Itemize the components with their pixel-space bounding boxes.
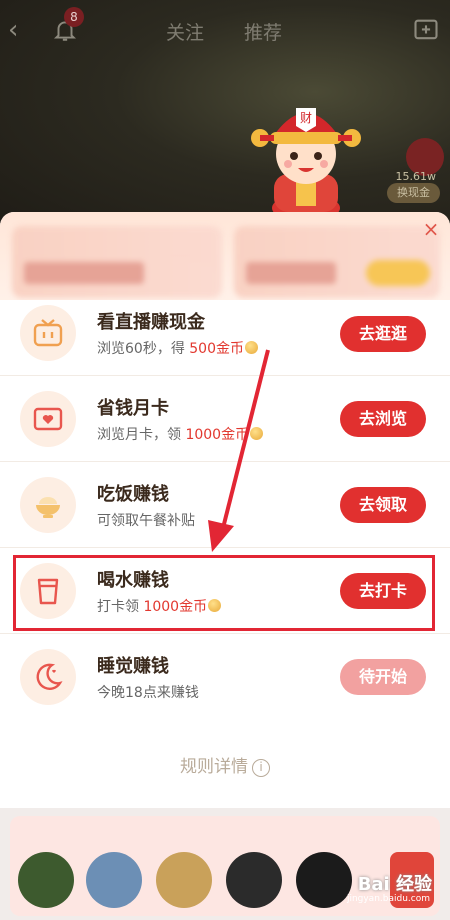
tv-icon — [20, 305, 76, 361]
earnings-header: × — [0, 212, 450, 308]
coin-icon — [245, 341, 258, 354]
task-subtitle: 今晚18点来赚钱 — [97, 685, 199, 701]
top-nav: ‹ 8 关注 推荐 — [0, 0, 450, 62]
coin-icon — [208, 599, 222, 612]
task-title: 喝水赚钱 — [97, 570, 169, 591]
coin-balance-card[interactable] — [12, 226, 222, 298]
moon-icon — [20, 649, 76, 705]
back-icon[interactable]: ‹ — [8, 16, 32, 44]
task-subtitle: 打卡领 1000金币 — [97, 596, 222, 616]
task-subtitle: 可领取午餐补贴 — [97, 513, 195, 529]
info-icon: i — [252, 759, 270, 777]
post-icon[interactable] — [412, 16, 440, 44]
watermark: Bai 经验 — [357, 874, 432, 895]
task-row-eat: 吃饭赚钱 可领取午餐补贴 去领取 — [0, 462, 450, 548]
task-title: 省钱月卡 — [97, 398, 169, 419]
task-row-live: 看直播赚现金 浏览60秒，得 500金币 去逛逛 — [0, 300, 450, 376]
fans-count: 15.61w — [395, 170, 437, 183]
recommend-thumb[interactable] — [18, 852, 74, 908]
heart-card-icon — [20, 391, 76, 447]
rice-bowl-icon — [20, 477, 76, 533]
go-check-in-button[interactable]: 去打卡 — [340, 573, 426, 609]
pending-start-button[interactable]: 待开始 — [340, 659, 426, 695]
task-title: 看直播赚现金 — [97, 312, 205, 333]
task-list: 看直播赚现金 浏览60秒，得 500金币 去逛逛 省钱月卡 浏览月卡，领 100… — [0, 300, 450, 720]
task-row-monthly-card: 省钱月卡 浏览月卡，领 1000金币 去浏览 — [0, 376, 450, 462]
task-title: 吃饭赚钱 — [97, 484, 169, 505]
recommend-thumb[interactable] — [86, 852, 142, 908]
coin-icon — [250, 427, 264, 440]
watermark-url: jingyan.baidu.com — [346, 894, 430, 904]
cash-balance-card[interactable] — [234, 226, 440, 298]
rules-link[interactable]: 规则详情 i — [0, 752, 450, 777]
task-row-sleep: 睡觉赚钱 今晚18点来赚钱 待开始 — [0, 634, 450, 720]
svg-text:财: 财 — [300, 111, 312, 125]
recommend-thumb[interactable] — [226, 852, 282, 908]
cup-icon — [20, 563, 76, 619]
task-title: 睡觉赚钱 — [97, 656, 169, 677]
close-icon[interactable]: × — [422, 219, 440, 239]
mascot-image: 财 — [246, 88, 366, 222]
go-browse-button[interactable]: 去浏览 — [340, 401, 426, 437]
tab-follow[interactable]: 关注 — [166, 18, 204, 45]
go-browse-live-button[interactable]: 去逛逛 — [340, 316, 426, 352]
task-row-drink: 喝水赚钱 打卡领 1000金币 去打卡 — [0, 548, 450, 634]
rules-label: 规则详情 — [180, 757, 248, 777]
notification-badge: 8 — [64, 7, 84, 27]
task-subtitle: 浏览月卡，领 1000金币 — [97, 424, 264, 444]
recommend-thumb[interactable] — [156, 852, 212, 908]
task-subtitle: 浏览60秒，得 500金币 — [97, 338, 258, 358]
tab-recommend[interactable]: 推荐 — [244, 18, 282, 45]
go-claim-button[interactable]: 去领取 — [340, 487, 426, 523]
recommend-thumb[interactable] — [296, 852, 352, 908]
exchange-cash-button[interactable]: 换现金 — [387, 183, 440, 203]
